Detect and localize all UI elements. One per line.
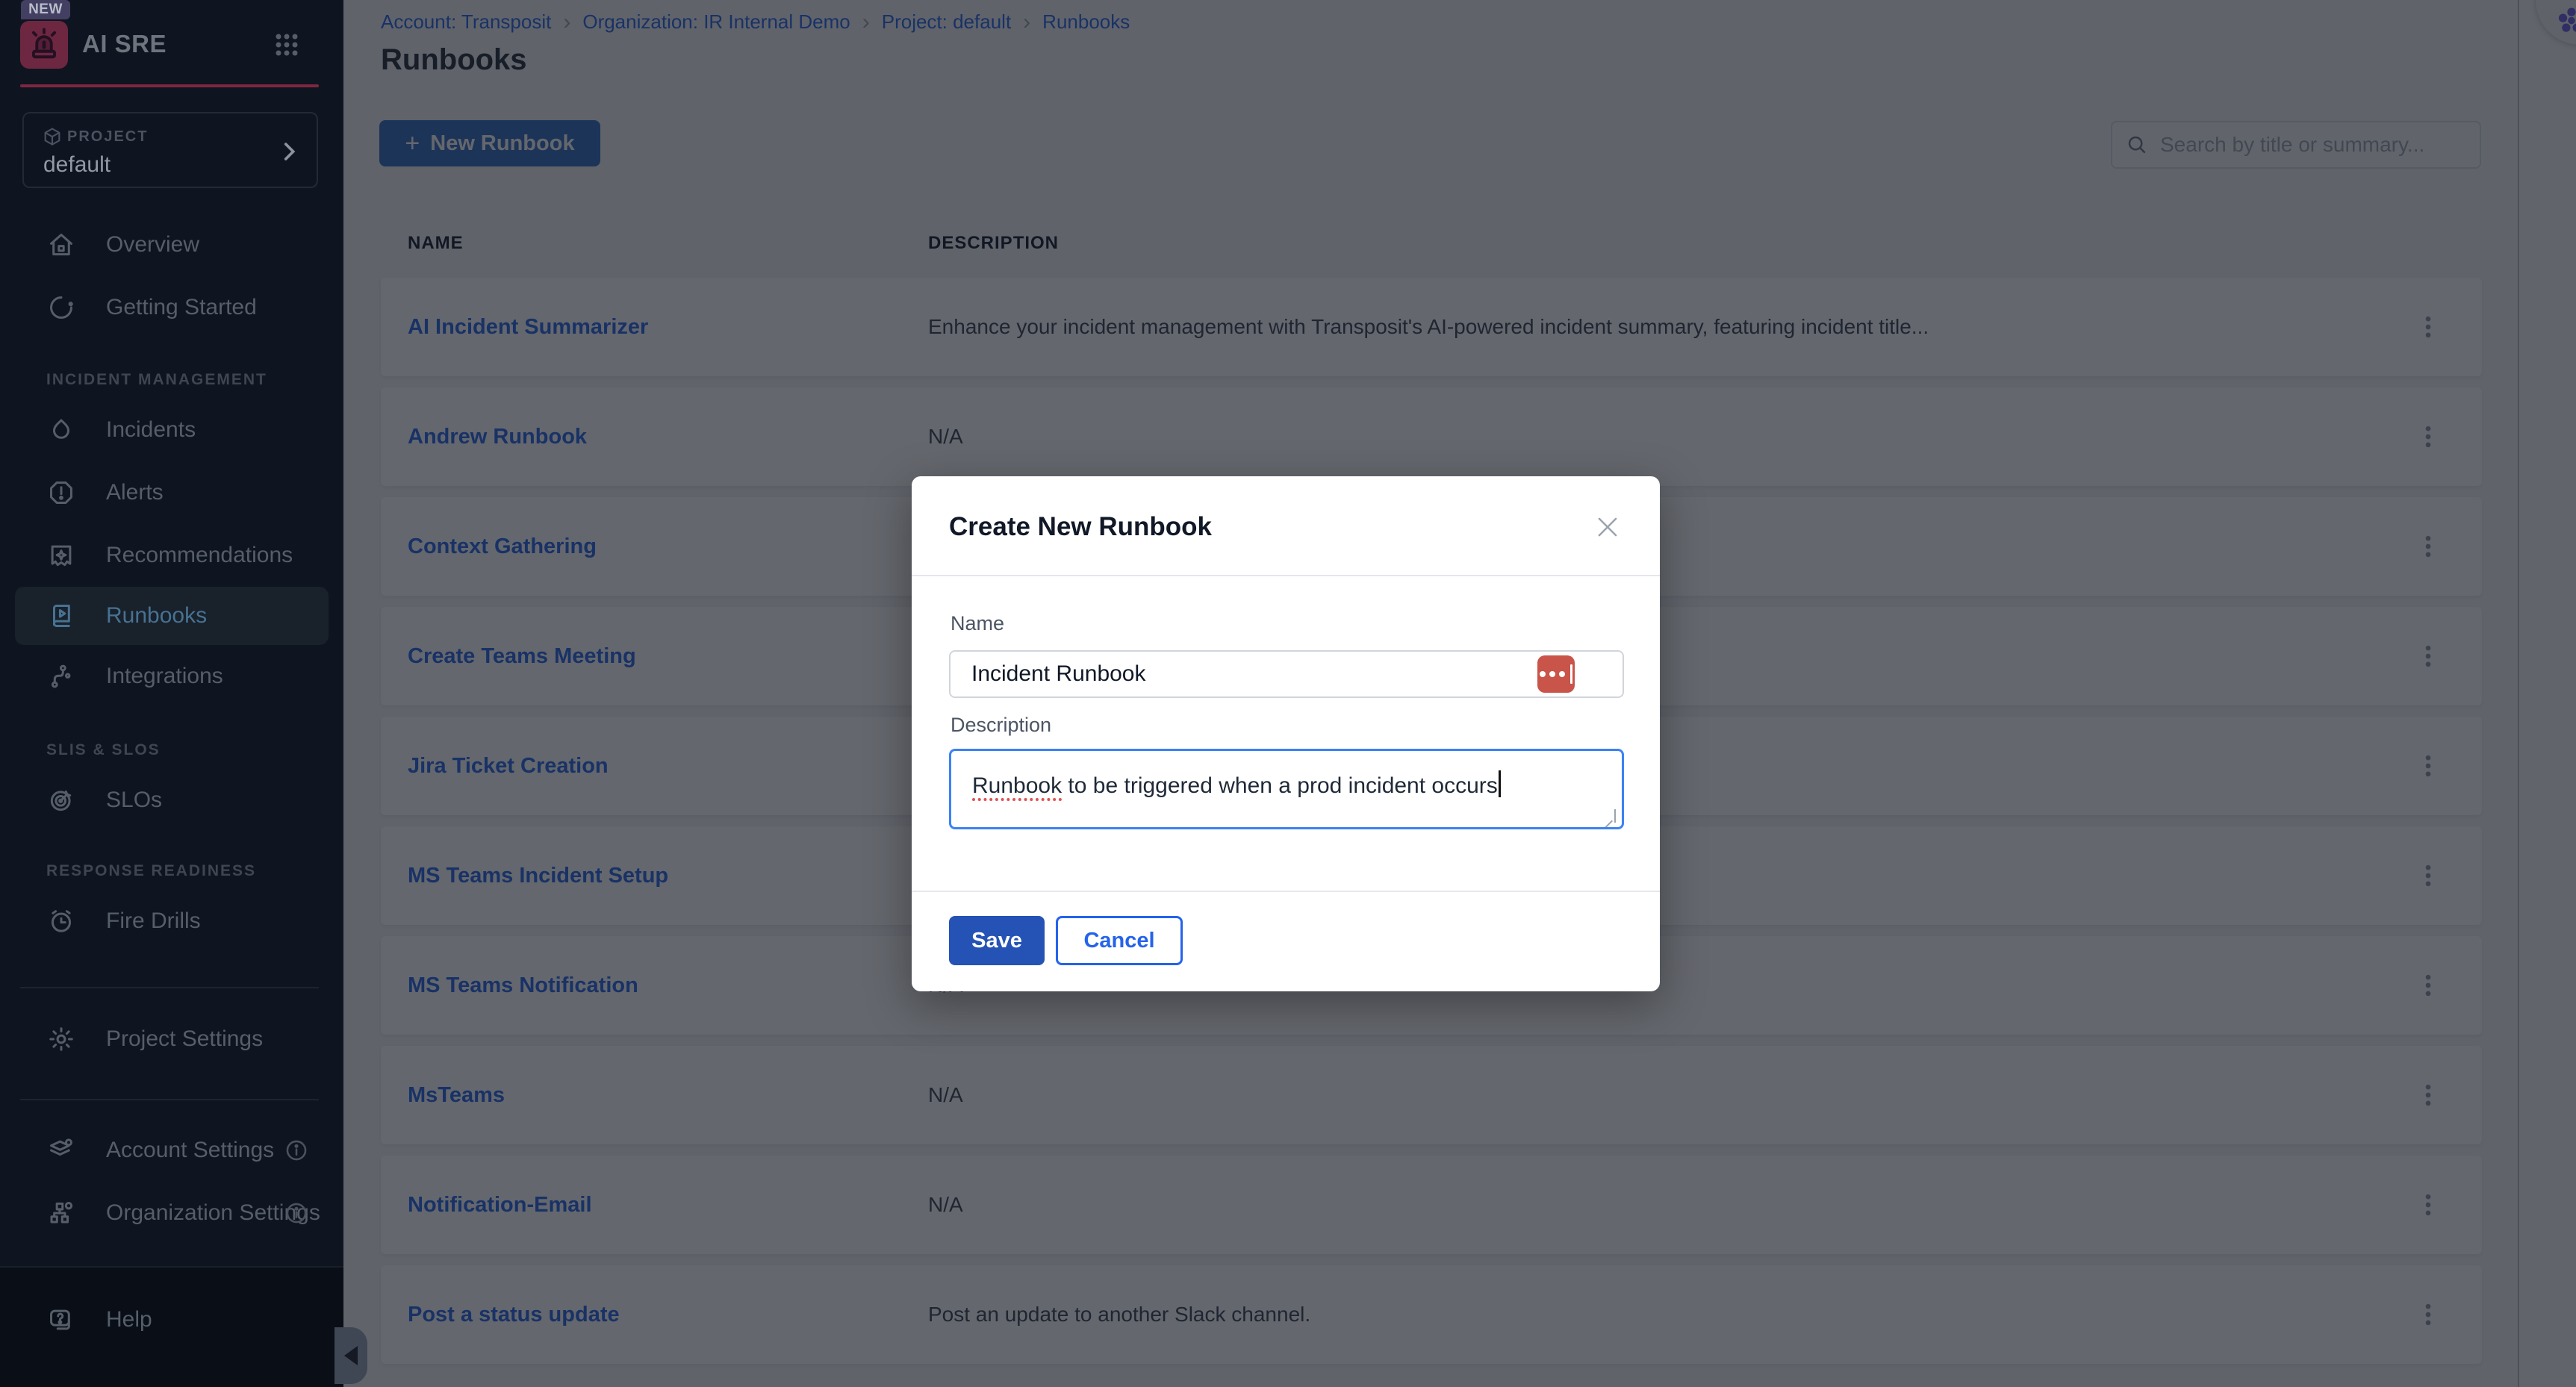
sidebar-item-incidents[interactable]: Incidents — [0, 399, 343, 461]
sidebar-section-header: SLIS & SLOS — [0, 741, 343, 760]
sidebar-item-recommendations[interactable]: Recommendations — [0, 524, 343, 587]
gear-icon — [46, 1024, 76, 1054]
alert-octagon-icon — [46, 478, 76, 508]
modal-header: Create New Runbook — [912, 476, 1660, 576]
brand-divider — [20, 84, 319, 87]
apps-grid-icon[interactable] — [270, 28, 303, 61]
create-runbook-modal: Create New Runbook Name Description Runb… — [912, 476, 1660, 991]
project-selector[interactable]: PROJECT default — [22, 112, 318, 188]
sidebar-item-project-settings[interactable]: Project Settings — [0, 1008, 343, 1070]
org-gear-icon — [46, 1198, 76, 1228]
description-text: to be triggered when a prod incident occ… — [1062, 773, 1498, 798]
sidebar-item-help[interactable]: Help — [0, 1288, 343, 1351]
project-value: default — [43, 152, 111, 178]
sidebar-divider — [20, 987, 319, 988]
sidebar-group: SLIS & SLOS SLOs — [0, 741, 343, 832]
progress-circle-icon — [46, 293, 76, 322]
sidebar: NEW AI SRE PROJECT — [0, 0, 343, 1387]
sidebar-item-account-settings[interactable]: Account Settings — [0, 1119, 343, 1182]
target-icon — [46, 785, 76, 815]
sidebar-item-label: Recommendations — [106, 543, 293, 568]
sidebar-item-label: Fire Drills — [106, 908, 201, 934]
sidebar-item-label: Alerts — [106, 480, 164, 505]
sidebar-collapse-button[interactable] — [335, 1327, 367, 1384]
sidebar-item-label: Incidents — [106, 417, 196, 443]
app-root: Account: Transposit›Organization: IR Int… — [0, 0, 2576, 1387]
help-label: Help — [106, 1307, 152, 1333]
sidebar-item-overview[interactable]: Overview — [0, 213, 343, 276]
sidebar-item-getting-started[interactable]: Getting Started — [0, 276, 343, 339]
sidebar-item-integrations[interactable]: Integrations — [0, 645, 343, 708]
sidebar-item-label: Account Settings — [106, 1138, 274, 1163]
save-button[interactable]: Save — [949, 916, 1045, 965]
name-label: Name — [951, 612, 1004, 635]
sidebar-item-runbooks[interactable]: Runbooks — [15, 587, 329, 645]
description-textarea[interactable]: Runbook to be triggered when a prod inci… — [949, 749, 1624, 829]
modal-footer: Save Cancel — [912, 891, 1660, 991]
sidebar-item-label: Project Settings — [106, 1026, 263, 1052]
sidebar-item-label: Getting Started — [106, 295, 257, 320]
sidebar-footer: Help — [0, 1266, 343, 1387]
sidebar-item-organization-settings[interactable]: Organization Settings — [0, 1182, 343, 1244]
new-badge: NEW — [21, 0, 70, 19]
info-icon[interactable] — [284, 1138, 309, 1163]
sidebar-group: RESPONSE READINESS Fire Drills — [0, 861, 343, 953]
sidebar-group: Overview Getting Started — [0, 213, 343, 339]
sidebar-item-label: SLOs — [106, 788, 162, 813]
text-caret — [1499, 770, 1501, 797]
sidebar-item-label: Runbooks — [106, 603, 207, 629]
project-label: PROJECT — [67, 128, 148, 146]
cancel-button[interactable]: Cancel — [1056, 916, 1183, 965]
app-title: AI SRE — [82, 30, 167, 58]
home-icon — [46, 230, 76, 260]
sidebar-item-label: Overview — [106, 232, 199, 258]
sidebar-item-slos[interactable]: SLOs — [0, 769, 343, 832]
alarm-clock-icon — [46, 906, 76, 936]
sidebar-divider — [20, 1099, 319, 1100]
flame-icon — [46, 415, 76, 445]
sidebar-item-alerts[interactable]: Alerts — [0, 461, 343, 524]
collapse-arrow-icon — [344, 1346, 358, 1365]
misspelled-word: Runbook — [972, 773, 1062, 801]
integration-icon — [46, 661, 76, 691]
close-icon[interactable] — [1588, 508, 1627, 546]
modal-title: Create New Runbook — [949, 512, 1212, 542]
siren-logo-icon[interactable] — [20, 21, 68, 69]
layers-gear-icon — [46, 1135, 76, 1165]
sidebar-section-header: INCIDENT MANAGEMENT — [0, 370, 343, 390]
runbook-icon — [46, 601, 76, 631]
sidebar-item-fire-drills[interactable]: Fire Drills — [0, 890, 343, 953]
password-autofill-icon[interactable] — [1537, 655, 1575, 693]
help-chat-icon — [46, 1305, 76, 1335]
description-label: Description — [951, 714, 1051, 737]
chevron-right-icon — [276, 139, 302, 164]
sparkle-badge-icon — [46, 540, 76, 570]
resize-grip-icon[interactable] — [1602, 809, 1616, 823]
sidebar-section-header: RESPONSE READINESS — [0, 861, 343, 881]
sidebar-item-label: Integrations — [106, 664, 223, 689]
name-input[interactable] — [949, 650, 1624, 698]
cube-icon — [42, 126, 63, 147]
sidebar-group: INCIDENT MANAGEMENT Incidents Alerts Recomm… — [0, 370, 343, 708]
info-icon[interactable] — [284, 1200, 309, 1226]
